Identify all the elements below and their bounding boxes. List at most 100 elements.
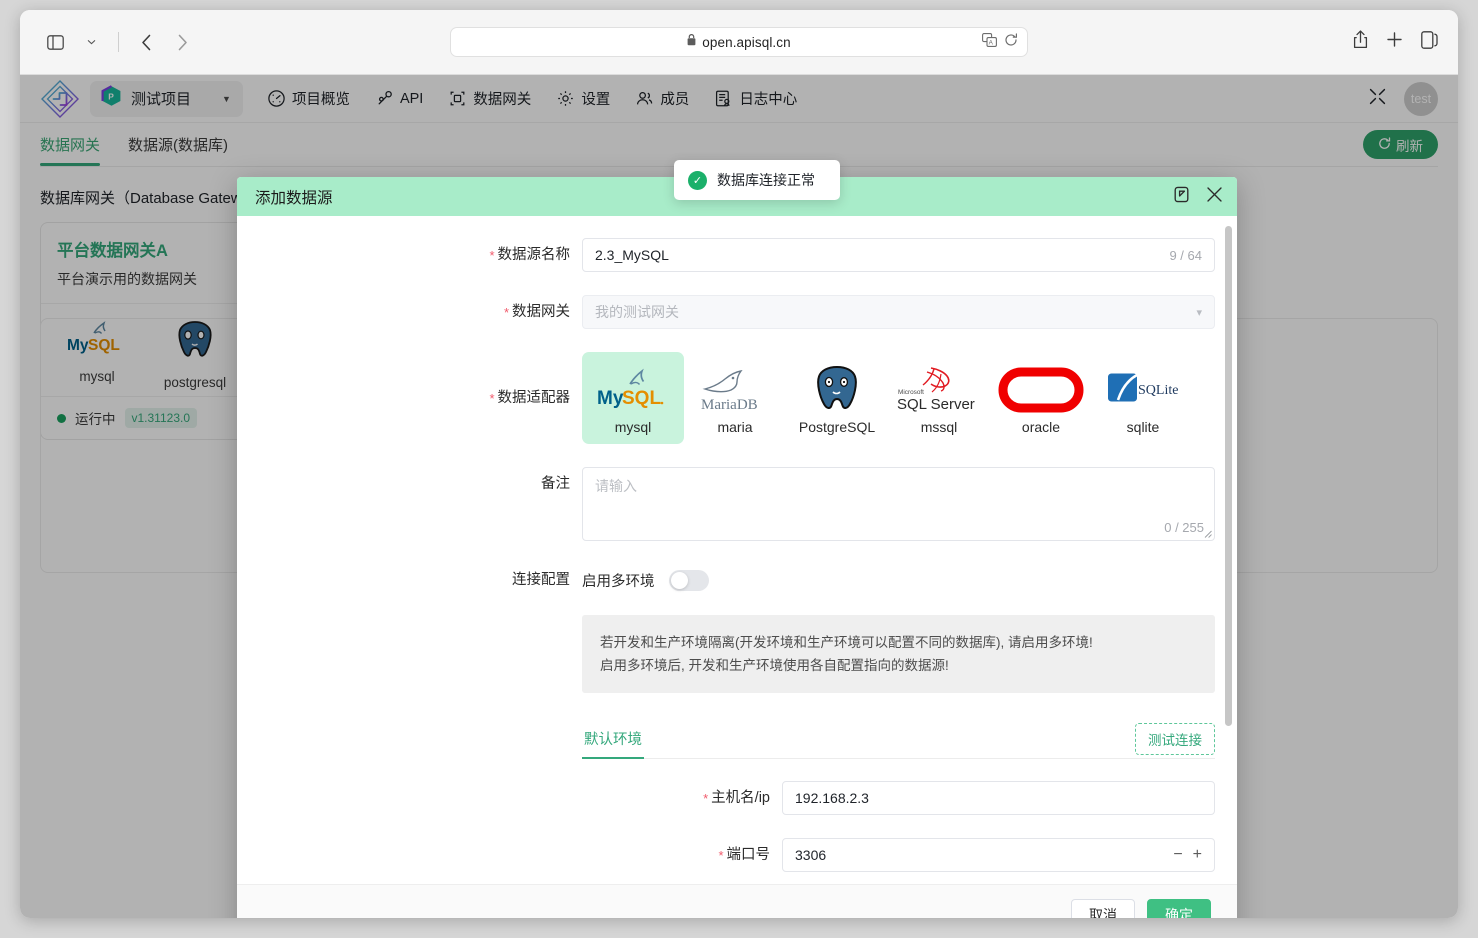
app-page: P 测试项目 ▼ 项目概览 API 数据网关 设置 成员 日志中心 test 数… xyxy=(20,75,1458,918)
remark-counter: 0 / 255 xyxy=(1164,520,1204,535)
chrome-divider xyxy=(118,32,119,52)
env-tab-default[interactable]: 默认环境 xyxy=(582,719,644,759)
translate-icon[interactable]: A xyxy=(982,32,997,52)
new-tab-icon[interactable] xyxy=(1386,31,1403,53)
adapter-option-sqlite[interactable]: SQLite sqlite xyxy=(1092,352,1194,444)
toast-notification: ✓ 数据库连接正常 xyxy=(674,160,840,200)
label-connection-config: 连接配置 xyxy=(512,572,570,588)
minus-icon[interactable]: − xyxy=(1173,846,1182,864)
hint-line-1: 若开发和生产环境隔离(开发环境和生产环境可以配置不同的数据库), 请启用多环境! xyxy=(600,635,1093,650)
label-data-gateway: * 数据网关 xyxy=(237,295,582,330)
modal-scrollbar[interactable] xyxy=(1225,226,1232,872)
adapter-option-postgresql[interactable]: PostgreSQL xyxy=(786,352,888,444)
cancel-button[interactable]: 取消 xyxy=(1071,899,1135,918)
datasource-name-value: 2.3_MySQL xyxy=(595,247,669,263)
port-input[interactable]: 3306 − + xyxy=(782,838,1215,872)
hostname-input[interactable]: 192.168.2.3 xyxy=(782,781,1215,815)
reload-icon[interactable] xyxy=(1004,32,1018,52)
adapter-label-oracle: oracle xyxy=(1021,419,1061,435)
svg-text:A: A xyxy=(989,39,994,46)
modal-scrollbar-thumb[interactable] xyxy=(1225,226,1232,726)
chevron-down-icon: ▾ xyxy=(1196,306,1202,319)
sidebar-toggle-icon[interactable] xyxy=(38,27,72,57)
required-marker: * xyxy=(718,848,724,863)
required-marker: * xyxy=(489,391,495,406)
url-text: open.apisql.cn xyxy=(702,34,791,50)
control-port: 3306 − + xyxy=(782,838,1215,872)
connection-fields: * 主机名/ip 192.168.2.3 * 端口号 3306 − + xyxy=(237,781,1215,884)
adapter-option-mysql[interactable]: My SQL mysql xyxy=(582,352,684,444)
hint-line-2: 启用多环境后, 开发和生产环境使用各自配置指向的数据源! xyxy=(600,658,949,673)
multi-env-hint: 若开发和生产环境隔离(开发环境和生产环境可以配置不同的数据库), 请启用多环境!… xyxy=(582,615,1215,693)
svg-text:My: My xyxy=(597,388,624,409)
chrome-right-controls xyxy=(1353,10,1438,74)
browser-window: open.apisql.cn A P 测试项目 ▼ 项目概览 API 数据网关 … xyxy=(20,10,1458,918)
plus-icon[interactable]: + xyxy=(1193,846,1202,864)
back-arrow-icon[interactable] xyxy=(129,27,163,57)
resize-grip-icon[interactable] xyxy=(1203,529,1213,539)
adapter-label-sqlite: sqlite xyxy=(1126,419,1160,435)
modal-body: * 数据源名称 2.3_MySQL 9 / 64 * 数据网关 我的测试网关 ▾… xyxy=(237,216,1237,884)
data-gateway-select[interactable]: 我的测试网关 ▾ xyxy=(582,295,1215,329)
modal-footer: 取消 确定 xyxy=(237,884,1237,918)
port-value: 3306 xyxy=(795,847,827,863)
tab-overview-icon[interactable] xyxy=(1421,30,1438,54)
label-text-port: 端口号 xyxy=(726,847,771,863)
adapter-option-oracle[interactable]: oracle xyxy=(990,352,1092,444)
multi-env-toggle[interactable] xyxy=(668,569,709,591)
svg-text:MariaDB: MariaDB xyxy=(701,397,758,413)
field-data-adapter: * 数据适配器 My SQL mysql MariaDB maria Postg… xyxy=(237,352,1215,445)
label-text-data-adapter: 数据适配器 xyxy=(497,390,571,406)
sqlite-logo-icon: SQLite xyxy=(1106,365,1180,415)
multi-env-label: 启用多环境 xyxy=(582,573,655,590)
label-text-data-gateway: 数据网关 xyxy=(512,304,570,320)
modal-title: 添加数据源 xyxy=(255,189,333,207)
close-icon[interactable] xyxy=(1206,186,1223,208)
adapter-label-maria: maria xyxy=(717,419,753,435)
control-data-gateway: 我的测试网关 ▾ xyxy=(582,295,1215,329)
datasource-name-input[interactable]: 2.3_MySQL 9 / 64 xyxy=(582,238,1215,272)
label-datasource-name: * 数据源名称 xyxy=(237,238,582,273)
field-port: * 端口号 3306 − + xyxy=(237,838,1215,873)
browser-chrome: open.apisql.cn A xyxy=(20,10,1458,75)
label-data-adapter: * 数据适配器 xyxy=(237,352,582,445)
field-hostname: * 主机名/ip 192.168.2.3 xyxy=(237,781,1215,816)
address-bar[interactable]: open.apisql.cn A xyxy=(450,27,1028,57)
adapter-options: My SQL mysql MariaDB maria PostgreSQL Mi… xyxy=(582,352,1215,444)
mariadb-logo-icon: MariaDB xyxy=(697,365,773,415)
address-bar-actions: A xyxy=(982,28,1018,56)
forward-arrow-icon[interactable] xyxy=(165,27,199,57)
lock-icon xyxy=(687,33,696,51)
field-datasource-name: * 数据源名称 2.3_MySQL 9 / 64 xyxy=(237,238,1215,273)
modal-header-actions xyxy=(1173,185,1223,209)
postgresql-logo-icon xyxy=(810,365,864,415)
datasource-name-counter: 9 / 64 xyxy=(1169,247,1202,263)
control-remark: 请输入 0 / 255 xyxy=(582,467,1215,541)
sidebar-chevron-icon[interactable] xyxy=(74,27,108,57)
control-hostname: 192.168.2.3 xyxy=(782,781,1215,815)
svg-text:SQLite: SQLite xyxy=(1138,383,1178,398)
adapter-option-mssql[interactable]: Microsoft SQL Server mssql xyxy=(888,352,990,444)
label-remark: 备注 xyxy=(541,476,570,492)
share-icon[interactable] xyxy=(1353,30,1368,54)
test-connection-button[interactable]: 测试连接 xyxy=(1135,722,1215,755)
required-marker: * xyxy=(503,305,509,320)
toast-message: 数据库连接正常 xyxy=(717,172,815,188)
expand-icon[interactable] xyxy=(1173,185,1190,209)
adapter-option-maria[interactable]: MariaDB maria xyxy=(684,352,786,444)
control-datasource-name: 2.3_MySQL 9 / 64 xyxy=(582,238,1215,272)
confirm-button[interactable]: 确定 xyxy=(1147,899,1211,918)
remark-textarea[interactable]: 请输入 0 / 255 xyxy=(582,467,1215,541)
success-check-icon: ✓ xyxy=(688,170,707,190)
label-text-datasource-name: 数据源名称 xyxy=(497,247,571,263)
control-data-adapter: My SQL mysql MariaDB maria PostgreSQL Mi… xyxy=(582,352,1215,444)
adapter-label-mssql: mssql xyxy=(920,419,958,435)
field-connection-config: 连接配置 启用多环境 若开发和生产环境隔离(开发环境和生产环境可以配置不同的数据… xyxy=(237,563,1215,759)
field-data-gateway: * 数据网关 我的测试网关 ▾ xyxy=(237,295,1215,330)
label-hostname: * 主机名/ip xyxy=(237,781,782,816)
control-connection-config: 启用多环境 若开发和生产环境隔离(开发环境和生产环境可以配置不同的数据库), 请… xyxy=(582,563,1215,759)
toggle-knob xyxy=(670,571,688,589)
data-gateway-value: 我的测试网关 xyxy=(595,304,679,320)
adapter-label-postgresql: PostgreSQL xyxy=(798,419,876,435)
hostname-value: 192.168.2.3 xyxy=(795,790,869,806)
